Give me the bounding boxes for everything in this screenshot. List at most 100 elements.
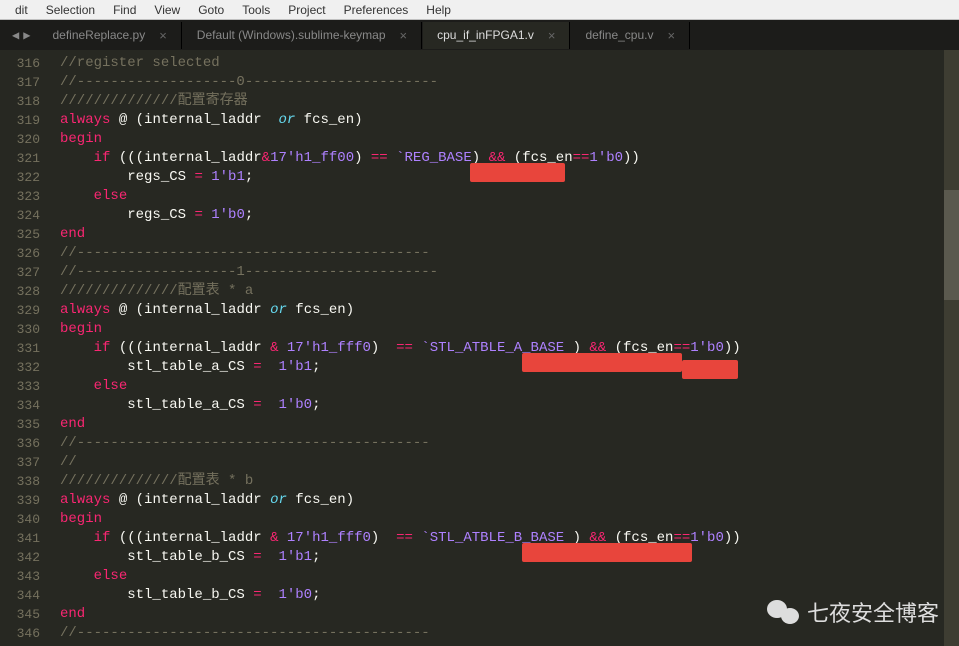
token-var [262, 397, 279, 413]
tab-0[interactable]: defineReplace.py× [38, 22, 181, 49]
token-num: 1'b0 [589, 150, 623, 166]
line-number: 318 [8, 92, 40, 111]
code-line[interactable]: else [60, 567, 959, 586]
token-op: & [262, 150, 270, 166]
menu-view[interactable]: View [145, 2, 189, 17]
token-comment: //--------------------------------------… [60, 435, 430, 451]
tab-1[interactable]: Default (Windows).sublime-keymap × [183, 22, 422, 49]
token-var [278, 340, 286, 356]
line-number: 332 [8, 358, 40, 377]
menu-find[interactable]: Find [104, 2, 145, 17]
line-number: 324 [8, 206, 40, 225]
token-var: ; [312, 549, 320, 565]
menu-project[interactable]: Project [279, 2, 334, 17]
token-paren: )) [623, 150, 640, 166]
close-icon[interactable]: × [400, 28, 408, 43]
close-icon[interactable]: × [668, 28, 676, 43]
token-var: stl_table_b_CS [127, 587, 253, 603]
code-line[interactable]: end [60, 415, 959, 434]
code-line[interactable]: //-------------------0------------------… [60, 73, 959, 92]
token-keyword: else [94, 568, 128, 584]
menu-goto[interactable]: Goto [189, 2, 233, 17]
scrollbar[interactable] [944, 50, 959, 646]
code-line[interactable]: begin [60, 510, 959, 529]
token-keyword: begin [60, 321, 102, 337]
token-num: 1'b1 [278, 549, 312, 565]
token-var: internal_laddr [144, 530, 270, 546]
code-line[interactable]: //-------------------1------------------… [60, 263, 959, 282]
token-var: ; [312, 587, 320, 603]
menu-help[interactable]: Help [417, 2, 460, 17]
menu-preferences[interactable]: Preferences [335, 2, 418, 17]
tab-2[interactable]: cpu_if_inFPGA1.v× [423, 22, 570, 49]
token-op: == [573, 150, 590, 166]
token-op: = [253, 587, 261, 603]
code-line[interactable]: //////////////配置寄存器 [60, 92, 959, 111]
code-line[interactable]: always @ (internal_laddr or fcs_en) [60, 491, 959, 510]
token-var [110, 530, 118, 546]
editor[interactable]: 3163173183193203213223233243253263273283… [0, 50, 959, 646]
code-line[interactable]: regs_CS = 1'b0; [60, 206, 959, 225]
tab-prev-icon[interactable]: ◀ [12, 28, 19, 43]
code-area[interactable]: //register selected //-------------------… [52, 50, 959, 646]
token-op: = [253, 549, 261, 565]
menu-tools[interactable]: Tools [233, 2, 279, 17]
code-line[interactable]: always @ (internal_laddr or fcs_en) [60, 301, 959, 320]
close-icon[interactable]: × [159, 28, 167, 43]
token-keyword: else [94, 378, 128, 394]
code-line[interactable]: begin [60, 320, 959, 339]
token-num: 1'b0 [211, 207, 245, 223]
token-var: ; [312, 397, 320, 413]
code-line[interactable]: stl_table_a_CS = 1'b1; [60, 358, 959, 377]
line-number: 334 [8, 396, 40, 415]
token-num: 1'b1 [278, 359, 312, 375]
code-line[interactable]: //////////////配置表 * a [60, 282, 959, 301]
line-number: 335 [8, 415, 40, 434]
code-line[interactable]: //////////////配置表 * b [60, 472, 959, 491]
token-var [388, 150, 396, 166]
token-comment: //-------------------0------------------… [60, 74, 438, 90]
close-icon[interactable]: × [548, 28, 556, 43]
wechat-icon [767, 598, 799, 626]
token-macro: `REG_BASE [396, 150, 472, 166]
code-line[interactable]: //--------------------------------------… [60, 434, 959, 453]
token-var: internal_laddr [144, 112, 278, 128]
annotation-underline [682, 360, 738, 379]
tab-nav-arrows[interactable]: ◀ ▶ [4, 28, 38, 43]
scroll-thumb[interactable] [944, 190, 959, 300]
line-number: 337 [8, 453, 40, 472]
tab-next-icon[interactable]: ▶ [23, 28, 30, 43]
code-line[interactable]: if (((internal_laddr & 17'h1_fff0) == `S… [60, 339, 959, 358]
menu-selection[interactable]: Selection [37, 2, 104, 17]
code-line[interactable]: if (((internal_laddr & 17'h1_fff0) == `S… [60, 529, 959, 548]
code-line[interactable]: else [60, 377, 959, 396]
code-line[interactable]: always @ (internal_laddr or fcs_en) [60, 111, 959, 130]
token-op: == [371, 150, 388, 166]
token-var: regs_CS [127, 169, 194, 185]
code-line[interactable]: // [60, 453, 959, 472]
token-var: internal_laddr [144, 492, 270, 508]
tab-3[interactable]: define_cpu.v× [571, 22, 690, 49]
line-number: 317 [8, 73, 40, 92]
token-op: = [253, 397, 261, 413]
token-var: @ [110, 112, 135, 128]
token-var: fcs_en [295, 112, 354, 128]
code-line[interactable]: else [60, 187, 959, 206]
token-num: 17'h1_fff0 [287, 530, 371, 546]
token-keyword: begin [60, 511, 102, 527]
code-line[interactable]: end [60, 225, 959, 244]
token-var [363, 150, 371, 166]
annotation-underline [470, 163, 565, 182]
code-line[interactable]: begin [60, 130, 959, 149]
code-line[interactable]: stl_table_b_CS = 1'b1; [60, 548, 959, 567]
code-line[interactable]: //--------------------------------------… [60, 244, 959, 263]
token-op: == [396, 530, 413, 546]
token-var: stl_table_a_CS [127, 359, 253, 375]
code-line[interactable]: //register selected [60, 54, 959, 73]
tab-label: Default (Windows).sublime-keymap [197, 28, 386, 42]
menu-edit[interactable]: dit [6, 2, 37, 17]
code-line[interactable]: stl_table_a_CS = 1'b0; [60, 396, 959, 415]
token-keyword: end [60, 226, 85, 242]
token-keyword: if [94, 150, 111, 166]
token-comment: //register selected [60, 55, 220, 71]
